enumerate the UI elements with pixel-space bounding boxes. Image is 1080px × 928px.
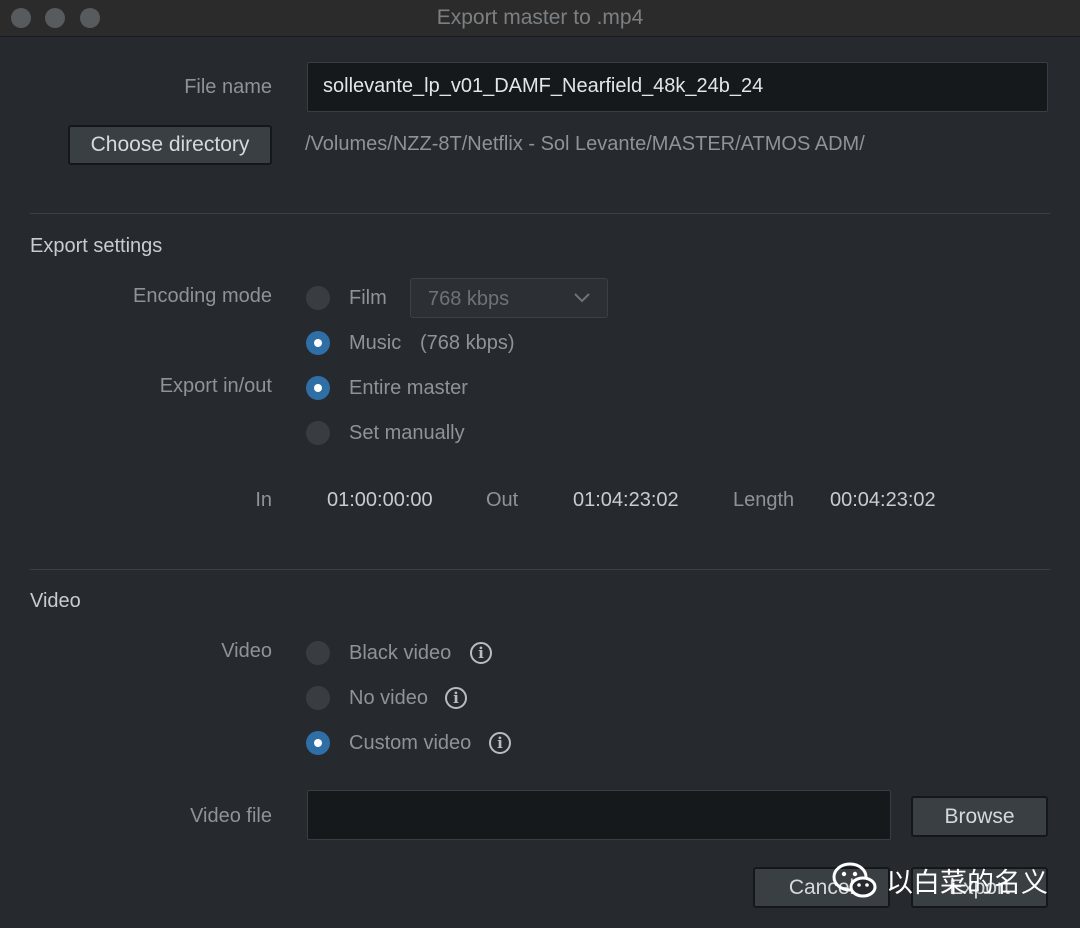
music-label: Music [349, 332, 402, 354]
custom-video-label: Custom video [349, 732, 472, 754]
export-dialog: Export master to .mp4 File name sollevan… [0, 0, 1080, 928]
divider [30, 213, 1050, 214]
black-video-radio[interactable] [306, 641, 330, 665]
watermark-text: 以白菜的名义 [886, 867, 1048, 899]
length-timecode: 00:04:23:02 [830, 489, 936, 511]
in-label: In [255, 489, 272, 511]
entire-master-label: Entire master [349, 377, 468, 399]
in-timecode: 01:00:00:00 [327, 489, 433, 511]
film-bitrate-value: 768 kbps [428, 288, 510, 310]
file-name-input[interactable]: sollevante_lp_v01_DAMF_Nearfield_48k_24b… [307, 62, 1048, 112]
choose-directory-button[interactable]: Choose directory [68, 125, 272, 165]
encoding-mode-label: Encoding mode [133, 285, 272, 307]
info-icon[interactable]: i [489, 732, 511, 754]
directory-path: /Volumes/NZZ-8T/Netflix - Sol Levante/MA… [305, 133, 865, 155]
set-manually-label: Set manually [349, 422, 465, 444]
divider [30, 569, 1050, 570]
entire-master-radio[interactable] [306, 376, 330, 400]
video-heading: Video [30, 590, 81, 612]
wechat-icon [832, 862, 877, 898]
set-manually-radio[interactable] [306, 421, 330, 445]
film-radio[interactable] [306, 286, 330, 310]
no-video-radio[interactable] [306, 686, 330, 710]
info-icon[interactable]: i [445, 687, 467, 709]
film-label: Film [349, 287, 387, 309]
no-video-label: No video [349, 687, 428, 709]
out-timecode: 01:04:23:02 [573, 489, 679, 511]
watermark: 以白菜的名义 [832, 858, 1048, 902]
browse-button[interactable]: Browse [911, 796, 1048, 837]
music-radio[interactable] [306, 331, 330, 355]
black-video-label: Black video [349, 642, 452, 664]
film-bitrate-select[interactable]: 768 kbps [410, 278, 608, 318]
export-inout-label: Export in/out [159, 375, 272, 397]
file-name-label: File name [184, 76, 272, 98]
video-file-label: Video file [190, 805, 272, 827]
out-label: Out [486, 489, 519, 511]
export-settings-heading: Export settings [30, 235, 163, 257]
length-label: Length [733, 489, 795, 511]
chevron-down-icon [574, 293, 590, 303]
window-title: Export master to .mp4 [436, 6, 644, 29]
info-icon[interactable]: i [470, 642, 492, 664]
custom-video-radio[interactable] [306, 731, 330, 755]
title-bar: Export master to .mp4 [0, 0, 1080, 37]
music-bitrate: (768 kbps) [420, 332, 515, 354]
video-option-label: Video [221, 640, 272, 662]
video-file-input[interactable] [307, 790, 891, 840]
